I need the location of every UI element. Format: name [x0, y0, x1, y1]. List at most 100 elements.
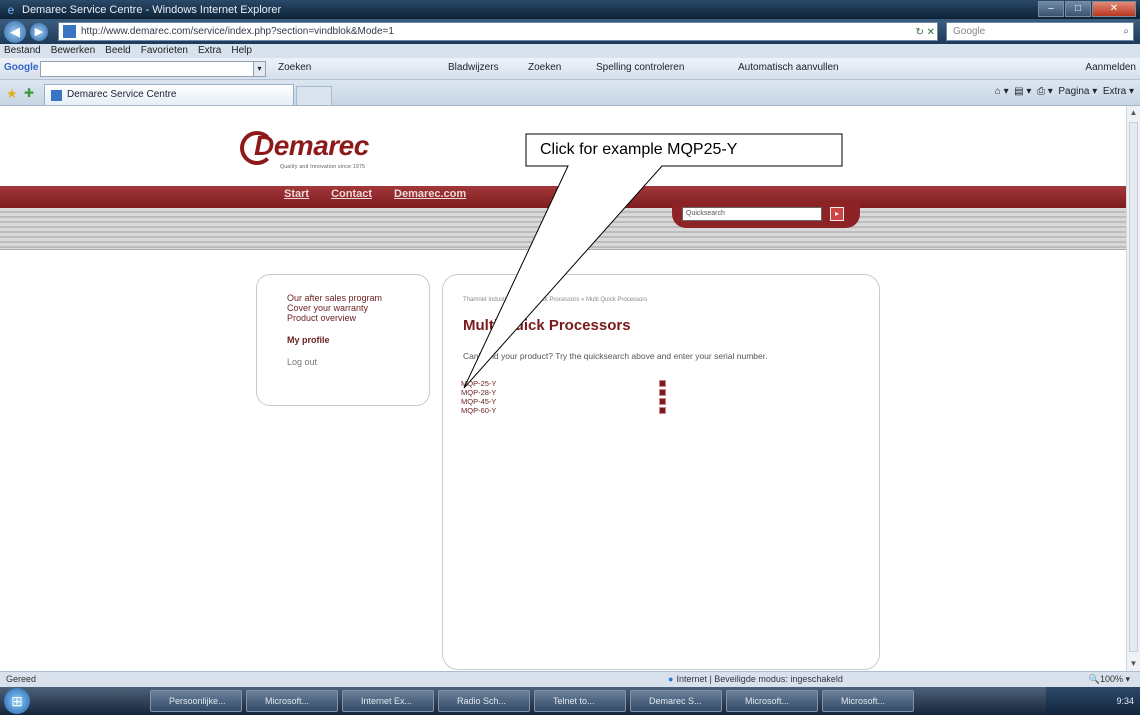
page-menu[interactable]: Pagina	[1058, 86, 1089, 97]
callout-text: Click for example MQP25-Y	[540, 141, 738, 158]
add-favorite-icon[interactable]: ✚	[24, 86, 34, 100]
favorites-star-icon[interactable]: ★	[6, 86, 18, 102]
quicksearch-button[interactable]: ▸	[830, 207, 844, 221]
pdf-icon[interactable]	[659, 407, 666, 414]
security-zone[interactable]: ● Internet | Beveiligde modus: ingeschake…	[668, 672, 843, 687]
scroll-up-icon[interactable]: ▲	[1127, 106, 1140, 120]
scroll-down-icon[interactable]: ▼	[1127, 657, 1140, 671]
pdf-icon[interactable]	[659, 389, 666, 396]
command-bar: ⌂ ▾ ▤ ▾ ⎙ ▾ Pagina ▾ Extra ▾	[994, 86, 1134, 97]
demarec-logo[interactable]: Demarec	[240, 130, 369, 165]
product-link[interactable]: MQP-60-Y	[461, 406, 496, 415]
taskbar-item[interactable]: Microsoft...	[726, 690, 818, 712]
sidebar-link-warranty[interactable]: Cover your warranty	[287, 303, 429, 313]
bookmarks-button[interactable]: Bladwijzers	[448, 62, 499, 73]
chevron-down-icon[interactable]: ▾	[253, 62, 265, 76]
page-viewport: Demarec Quality and Innovation since 197…	[0, 106, 1126, 671]
quicksearch-input[interactable]: Quicksearch	[682, 207, 822, 221]
site-nav: Start Contact Demarec.com	[284, 188, 466, 200]
print-icon[interactable]: ⎙ ▾	[1037, 86, 1053, 97]
menu-help[interactable]: Help	[231, 44, 252, 58]
tab-bar: ★ ✚ Demarec Service Centre ⌂ ▾ ▤ ▾ ⎙ ▾ P…	[0, 80, 1140, 106]
page-icon	[51, 90, 62, 101]
sidebar-link-logout[interactable]: Log out	[287, 357, 429, 367]
google-toolbar: Google ▾ Zoeken Bladwijzers Zoeken Spell…	[0, 58, 1140, 80]
google-search-button[interactable]: Zoeken	[278, 62, 311, 73]
menu-favorieten[interactable]: Favorieten	[141, 44, 188, 58]
logo-tagline: Quality and Innovation since 1975	[280, 164, 366, 170]
taskbar-item[interactable]: Microsoft...	[822, 690, 914, 712]
nav-demarec-com[interactable]: Demarec.com	[394, 188, 466, 200]
nav-contact[interactable]: Contact	[331, 188, 372, 200]
tab-demarec[interactable]: Demarec Service Centre	[44, 84, 294, 105]
scroll-thumb[interactable]	[1129, 122, 1138, 652]
menu-bar: Bestand Bewerken Beeld Favorieten Extra …	[0, 44, 1140, 58]
page-icon	[63, 25, 76, 38]
google-search-input[interactable]: ▾	[40, 61, 266, 77]
autofill-button[interactable]: Automatisch aanvullen	[738, 62, 839, 73]
new-tab-button[interactable]	[296, 86, 332, 105]
start-button[interactable]: ⊞	[4, 688, 30, 714]
search-icon[interactable]: ⌕	[1123, 23, 1129, 40]
taskbar-item[interactable]: Radio Sch...	[438, 690, 530, 712]
product-row[interactable]: MQP-25-Y	[461, 379, 701, 388]
product-link[interactable]: MQP-28-Y	[461, 388, 496, 397]
tab-label: Demarec Service Centre	[67, 89, 177, 100]
address-url: http://www.demarec.com/service/index.php…	[81, 26, 394, 37]
window-title: Demarec Service Centre - Windows Interne…	[22, 3, 282, 16]
intro-text: Can't find your product? Try the quickse…	[463, 351, 768, 361]
minimize-button[interactable]: –	[1038, 1, 1064, 17]
spellcheck-button[interactable]: Spelling controleren	[596, 62, 684, 73]
zoom-level[interactable]: 🔍100% ▾	[1089, 672, 1130, 687]
google-search-button-2[interactable]: Zoeken	[528, 62, 561, 73]
taskbar-item[interactable]: Persoonlijke...	[150, 690, 242, 712]
product-row[interactable]: MQP-45-Y	[461, 397, 701, 406]
site-header-bar	[0, 186, 1126, 208]
sidebar-link-after-sales[interactable]: Our after sales program	[287, 293, 429, 303]
browser-search-input[interactable]: Google ⌕	[946, 22, 1134, 41]
status-bar: Gereed ● Internet | Beveiligde modus: ing…	[0, 671, 1140, 687]
window-titlebar: e Demarec Service Centre - Windows Inter…	[0, 0, 1140, 19]
window-controls: – □ ✕	[1038, 1, 1136, 17]
taskbar-item[interactable]: Microsoft...	[246, 690, 338, 712]
feeds-icon[interactable]: ▤ ▾	[1014, 86, 1031, 97]
status-text: Gereed	[6, 674, 37, 684]
sidebar-link-profile[interactable]: My profile	[287, 335, 429, 345]
sidebar-link-products[interactable]: Product overview	[287, 313, 429, 323]
breadcrumb[interactable]: Thamnet Industrie » Multi Quick Processo…	[463, 297, 647, 303]
refresh-icon[interactable]: ↻ ✕	[915, 24, 935, 40]
taskbar-item[interactable]: Demarec S...	[630, 690, 722, 712]
menu-extra[interactable]: Extra	[198, 44, 221, 58]
home-icon[interactable]: ⌂ ▾	[995, 86, 1009, 97]
product-row[interactable]: MQP-28-Y	[461, 388, 701, 397]
product-link[interactable]: MQP-45-Y	[461, 397, 496, 406]
extra-menu[interactable]: Extra	[1103, 86, 1126, 97]
quicksearch-panel: Quicksearch ▸	[672, 202, 860, 228]
ie-icon: e	[7, 2, 15, 17]
taskbar-items: Persoonlijke... Microsoft... Internet Ex…	[150, 690, 914, 712]
system-tray: 9:34	[1046, 687, 1140, 715]
menu-beeld[interactable]: Beeld	[105, 44, 131, 58]
clock[interactable]: 9:34	[1116, 696, 1134, 706]
maximize-button[interactable]: □	[1065, 1, 1091, 17]
google-logo: Google	[4, 62, 39, 73]
back-button[interactable]: ◀	[4, 20, 26, 43]
globe-icon: ●	[668, 674, 674, 684]
forward-button[interactable]: ▶	[30, 22, 48, 41]
product-list: MQP-25-Y MQP-28-Y MQP-45-Y MQP-60-Y	[461, 379, 701, 415]
windows-taskbar: ⊞ Persoonlijke... Microsoft... Internet …	[0, 687, 1140, 715]
nav-start[interactable]: Start	[284, 188, 309, 200]
taskbar-item[interactable]: Internet Ex...	[342, 690, 434, 712]
product-link[interactable]: MQP-25-Y	[461, 379, 496, 388]
product-row[interactable]: MQP-60-Y	[461, 406, 701, 415]
pdf-icon[interactable]	[659, 380, 666, 387]
address-input[interactable]: http://www.demarec.com/service/index.php…	[58, 22, 938, 41]
vertical-scrollbar[interactable]: ▲ ▼	[1126, 106, 1140, 671]
pdf-icon[interactable]	[659, 398, 666, 405]
sign-in-button[interactable]: Aanmelden	[1085, 62, 1136, 73]
taskbar-item[interactable]: Telnet to...	[534, 690, 626, 712]
content-panel: Thamnet Industrie » Multi Quick Processo…	[442, 274, 880, 670]
close-button[interactable]: ✕	[1092, 1, 1136, 17]
menu-bewerken[interactable]: Bewerken	[51, 44, 95, 58]
menu-bestand[interactable]: Bestand	[4, 44, 41, 58]
